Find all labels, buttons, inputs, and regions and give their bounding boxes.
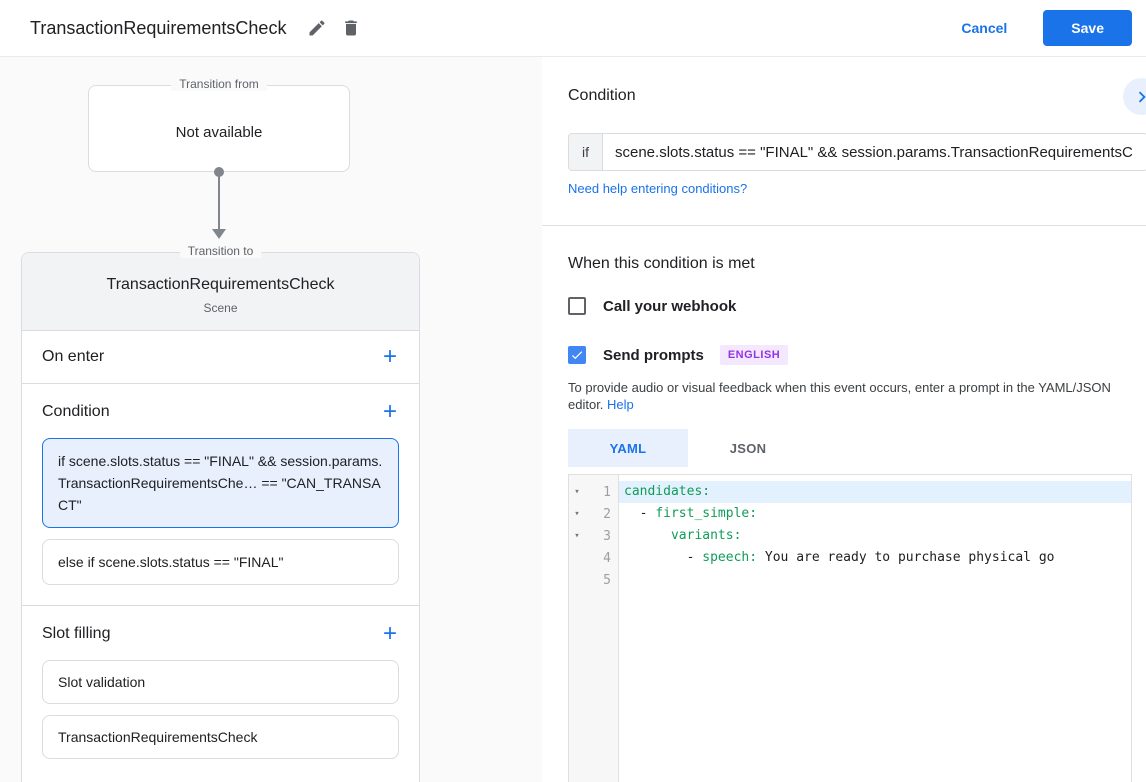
checkmark-icon — [570, 348, 584, 362]
when-condition-met-heading: When this condition is met — [568, 255, 755, 272]
fold-arrow-icon[interactable]: ▾ — [569, 487, 585, 497]
section-divider — [542, 225, 1146, 226]
prompt-description: To provide audio or visual feedback when… — [568, 379, 1144, 413]
trash-icon — [341, 18, 361, 38]
condition-expression-row: if — [568, 133, 1146, 171]
send-prompts-label: Send prompts — [603, 346, 704, 364]
delete-button[interactable] — [334, 11, 368, 45]
plus-icon: + — [382, 398, 397, 425]
slot-card-transaction[interactable]: TransactionRequirementsCheck — [42, 715, 399, 759]
condition-section: Condition + if scene.slots.status == "FI… — [22, 384, 419, 606]
scene-type: Scene — [203, 301, 238, 315]
connector-arrowhead-icon — [212, 229, 226, 239]
gutter-row: ▾ 2 — [569, 503, 618, 525]
transition-to-label: Transition to — [179, 244, 262, 258]
editor-tabs: YAML JSON — [568, 429, 808, 467]
plus-icon: + — [382, 620, 397, 647]
send-prompts-row: Send prompts ENGLISH — [568, 345, 789, 365]
transition-to-card: Transition to TransactionRequirementsChe… — [21, 244, 420, 782]
on-enter-section: On enter + — [22, 331, 419, 384]
send-prompts-checkbox[interactable] — [568, 346, 586, 364]
line-number: 1 — [603, 484, 611, 500]
pencil-icon — [307, 18, 327, 38]
webhook-label: Call your webhook — [603, 297, 737, 315]
line-number: 3 — [603, 528, 611, 544]
line-number: 5 — [603, 572, 611, 588]
add-slot-button[interactable]: + — [381, 622, 399, 646]
transition-from-label: Transition from — [171, 77, 267, 91]
scene-card-header: TransactionRequirementsCheck Scene — [22, 253, 419, 331]
transition-from-value: Not available — [175, 124, 263, 141]
code-line-1: candidates: — [619, 481, 1131, 503]
condition-card-selected[interactable]: if scene.slots.status == "FINAL" && sess… — [42, 438, 399, 528]
line-number: 2 — [603, 506, 611, 522]
scene-name: TransactionRequirementsCheck — [106, 276, 335, 293]
condition-section-label: Condition — [42, 403, 110, 420]
cancel-button[interactable]: Cancel — [949, 12, 1019, 44]
slot-card-validation[interactable]: Slot validation — [42, 660, 399, 704]
tab-json[interactable]: JSON — [688, 429, 808, 467]
top-header: TransactionRequirementsCheck Cancel Save — [0, 0, 1146, 57]
gutter-row: 4 — [569, 547, 618, 569]
slot-filling-section: Slot filling + Slot validation Transacti… — [22, 606, 419, 779]
scene-diagram-panel: Transition from Not available Transition… — [0, 57, 542, 782]
fold-arrow-icon[interactable]: ▾ — [569, 509, 585, 519]
connector-line — [218, 172, 220, 230]
slot-filling-section-label: Slot filling — [42, 625, 111, 642]
condition-expression-input[interactable] — [603, 134, 1146, 170]
fold-arrow-icon[interactable]: ▾ — [569, 531, 585, 541]
on-enter-label: On enter — [42, 348, 105, 365]
code-line-4: - speech: You are ready to purchase phys… — [624, 550, 1055, 565]
code-line-3: variants: — [670, 528, 742, 543]
edit-button[interactable] — [300, 11, 334, 45]
prompt-description-text: To provide audio or visual feedback when… — [568, 380, 1111, 412]
transition-from-box: Transition from Not available — [88, 77, 350, 172]
chevron-right-icon — [1131, 86, 1146, 108]
editor-gutter: ▾ 1 ▾ 2 ▾ 3 4 5 — [569, 475, 619, 782]
gutter-row: ▾ 1 — [569, 481, 618, 503]
save-button[interactable]: Save — [1043, 10, 1132, 46]
line-number: 4 — [603, 550, 611, 566]
condition-heading: Condition — [568, 87, 636, 104]
webhook-checkbox[interactable] — [568, 297, 586, 315]
language-badge: ENGLISH — [719, 345, 789, 365]
gutter-row: 5 — [569, 569, 618, 591]
gutter-row: ▾ 3 — [569, 525, 618, 547]
page-title: TransactionRequirementsCheck — [30, 17, 287, 38]
yaml-code-editor[interactable]: ▾ 1 ▾ 2 ▾ 3 4 5 candidates: - first_simp… — [568, 474, 1132, 782]
help-link[interactable]: Help — [607, 397, 634, 412]
code-area[interactable]: candidates: - first_simple: variants: - … — [619, 475, 1131, 782]
code-line-2: - first_simple: — [624, 506, 758, 521]
add-condition-button[interactable]: + — [381, 400, 399, 424]
tab-yaml[interactable]: YAML — [568, 429, 688, 467]
plus-icon: + — [382, 343, 397, 370]
call-webhook-row: Call your webhook — [568, 297, 736, 315]
condition-card[interactable]: else if scene.slots.status == "FINAL" — [42, 539, 399, 585]
conditions-help-link[interactable]: Need help entering conditions? — [568, 181, 747, 196]
if-prefix: if — [569, 134, 603, 170]
condition-editor-panel: Condition if Need help entering conditio… — [542, 57, 1146, 782]
add-on-enter-button[interactable]: + — [381, 345, 399, 369]
collapse-panel-button[interactable] — [1123, 78, 1146, 115]
